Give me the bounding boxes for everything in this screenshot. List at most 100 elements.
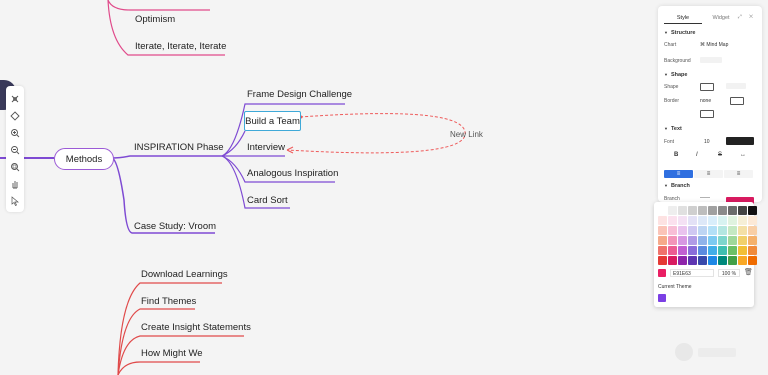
color-swatch[interactable] [688, 226, 697, 235]
color-swatch[interactable] [718, 216, 727, 225]
border-select[interactable]: none [700, 98, 711, 104]
color-swatch[interactable] [678, 216, 687, 225]
color-swatch[interactable] [688, 206, 697, 215]
color-swatch[interactable] [668, 256, 677, 265]
node-frame-design-challenge[interactable]: Frame Design Challenge [247, 89, 352, 101]
color-swatch[interactable] [698, 256, 707, 265]
font-color-swatch[interactable] [726, 137, 754, 145]
color-swatch[interactable] [688, 216, 697, 225]
tab-widget[interactable]: Widget [702, 12, 740, 24]
color-swatch[interactable] [678, 246, 687, 255]
shape-option[interactable] [726, 83, 746, 89]
node-find-themes[interactable]: Find Themes [141, 296, 196, 308]
panel-window-controls[interactable]: ⤢ ✕ [738, 14, 756, 20]
chart-select[interactable]: ⌘ Mind Map [700, 42, 728, 48]
background-color-input[interactable] [700, 57, 722, 63]
strike-button[interactable]: S [718, 152, 722, 158]
color-swatch[interactable] [658, 226, 667, 235]
tab-style[interactable]: Style [664, 12, 702, 24]
link-label[interactable]: New Link [450, 130, 483, 139]
zoom-in-icon[interactable] [10, 128, 20, 138]
color-swatch[interactable] [698, 216, 707, 225]
font-size-select[interactable]: 10 [704, 139, 710, 145]
trash-icon[interactable]: 🗑 [744, 268, 753, 276]
section-structure[interactable]: ▼ Structure [664, 30, 695, 36]
color-swatch[interactable] [658, 256, 667, 265]
color-swatch[interactable] [698, 236, 707, 245]
color-swatch[interactable] [688, 256, 697, 265]
color-swatch[interactable] [738, 256, 747, 265]
color-swatch[interactable] [708, 246, 717, 255]
branch-line-select[interactable]: —— [700, 195, 710, 201]
color-swatch[interactable] [728, 246, 737, 255]
shape-select[interactable] [700, 83, 714, 91]
more-format-icon[interactable]: ↔ [740, 152, 746, 158]
section-branch[interactable]: ▼ Branch [664, 183, 690, 189]
color-swatch[interactable] [748, 226, 757, 235]
border-color-select[interactable] [730, 97, 744, 105]
color-swatch[interactable] [718, 236, 727, 245]
brush-icon[interactable] [10, 111, 20, 121]
node-analogous-inspiration[interactable]: Analogous Inspiration [247, 168, 338, 180]
italic-button[interactable]: I [696, 152, 698, 158]
color-swatch[interactable] [718, 206, 727, 215]
node-create-insight-statements[interactable]: Create Insight Statements [141, 322, 251, 334]
color-swatch[interactable] [668, 236, 677, 245]
color-swatch[interactable] [748, 256, 757, 265]
color-swatch[interactable] [738, 216, 747, 225]
color-swatch[interactable] [708, 256, 717, 265]
align-center-button[interactable]: ≡ [694, 170, 723, 178]
color-swatch[interactable] [738, 236, 747, 245]
node-how-might-we[interactable]: How Might We [141, 348, 203, 360]
color-swatch[interactable] [748, 216, 757, 225]
color-swatch[interactable] [668, 226, 677, 235]
zoom-out-icon[interactable] [10, 145, 20, 155]
color-swatch[interactable] [688, 246, 697, 255]
color-swatch[interactable] [718, 246, 727, 255]
color-swatch[interactable] [678, 236, 687, 245]
color-swatch[interactable] [658, 206, 667, 215]
section-shape[interactable]: ▼ Shape [664, 72, 687, 78]
color-swatch[interactable] [718, 226, 727, 235]
color-swatch[interactable] [698, 206, 707, 215]
node-inspiration-phase[interactable]: INSPIRATION Phase [134, 142, 224, 154]
node-download-learnings[interactable]: Download Learnings [141, 269, 228, 281]
color-swatch[interactable] [698, 246, 707, 255]
pointer-icon[interactable] [10, 196, 20, 206]
color-swatch[interactable] [708, 226, 717, 235]
fit-icon[interactable] [10, 162, 20, 172]
color-swatch[interactable] [728, 226, 737, 235]
color-swatch[interactable] [748, 236, 757, 245]
color-swatch[interactable] [698, 226, 707, 235]
color-swatch[interactable] [738, 226, 747, 235]
color-swatch[interactable] [658, 246, 667, 255]
color-swatch[interactable] [728, 206, 737, 215]
color-swatch[interactable] [748, 246, 757, 255]
color-swatch[interactable] [738, 246, 747, 255]
hand-icon[interactable] [10, 179, 20, 189]
select-icon[interactable] [10, 94, 20, 104]
bold-button[interactable]: B [674, 152, 678, 158]
color-swatch[interactable] [678, 206, 687, 215]
node-iterate[interactable]: Iterate, Iterate, Iterate [135, 41, 226, 53]
node-card-sort[interactable]: Card Sort [247, 195, 288, 207]
node-methods[interactable]: Methods [54, 148, 114, 170]
section-text[interactable]: ▼ Text [664, 126, 682, 132]
color-swatch[interactable] [678, 226, 687, 235]
color-swatch[interactable] [708, 236, 717, 245]
color-swatch[interactable] [708, 206, 717, 215]
color-swatch[interactable] [738, 206, 747, 215]
node-optimism[interactable]: Optimism [135, 14, 175, 26]
color-swatch[interactable] [728, 216, 737, 225]
color-swatch[interactable] [728, 236, 737, 245]
color-swatch[interactable] [678, 256, 687, 265]
node-interview[interactable]: Interview [247, 142, 285, 154]
color-swatch[interactable] [668, 206, 677, 215]
opacity-input[interactable]: 100 % [718, 269, 740, 277]
node-case-study-vroom[interactable]: Case Study: Vroom [134, 221, 216, 233]
color-swatch[interactable] [708, 216, 717, 225]
hex-input[interactable]: E91E63 [670, 269, 714, 277]
node-build-a-team[interactable]: Build a Team [244, 111, 301, 131]
color-swatch[interactable] [728, 256, 737, 265]
align-right-button[interactable]: ≡ [724, 170, 753, 178]
